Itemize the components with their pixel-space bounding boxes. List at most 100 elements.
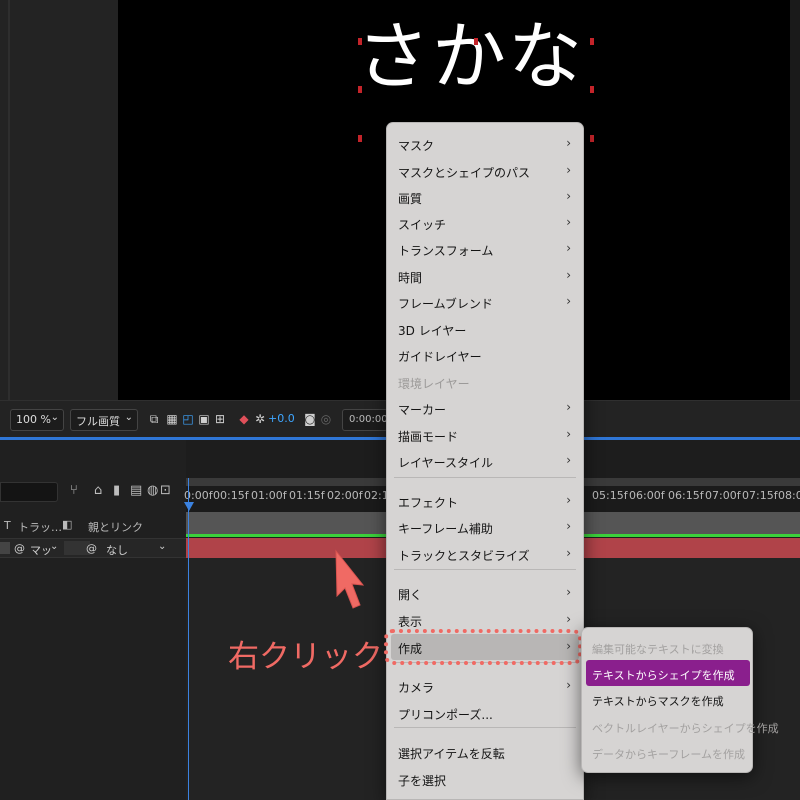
panel-divider xyxy=(8,0,10,400)
layer-label-color[interactable] xyxy=(0,542,10,554)
context-menu-item-label: キーフレーム補助 xyxy=(398,522,493,536)
submenu-item[interactable]: テキストからマスクを作成 xyxy=(586,686,750,712)
viewer-timecode[interactable]: 0:00:00:00 xyxy=(342,409,388,431)
context-menu-item-label: 時間 xyxy=(398,271,423,285)
composition-flowchart-icon[interactable]: ⑂ xyxy=(70,483,78,498)
context-menu-item-label: 開く xyxy=(398,588,423,602)
color-channel-icon[interactable]: ◆ xyxy=(236,411,252,427)
motion-blur-icon[interactable]: ◍ xyxy=(147,483,158,498)
bbox-handle[interactable] xyxy=(590,86,594,93)
context-menu-item-label: 3D レイヤー xyxy=(398,324,467,338)
chevron-down-icon: ⌄ xyxy=(158,541,167,552)
context-menu-item[interactable]: 選択アイテムを反転 xyxy=(391,739,579,765)
time-ruler-tick-label: 05:15f xyxy=(592,489,628,502)
context-menu-item[interactable]: エフェクト › xyxy=(391,488,579,514)
time-ruler-tick-label: 08:00 xyxy=(778,489,800,502)
context-menu-item[interactable]: 子を選択 xyxy=(391,766,579,792)
context-menu-item-label: マーカー xyxy=(398,403,447,417)
context-menu-item[interactable]: ガイドレイヤー xyxy=(391,342,579,368)
bbox-handle[interactable] xyxy=(474,38,478,45)
context-menu-item[interactable]: 開く › xyxy=(391,580,579,606)
show-snapshot-icon[interactable]: ◎ xyxy=(318,411,334,427)
snapshot-frame-icon[interactable]: ⧉ xyxy=(146,411,162,427)
context-menu-item[interactable]: スイッチ › xyxy=(391,210,579,236)
time-ruler-tick-label: 07:15f xyxy=(742,489,778,502)
type-column-label: T xyxy=(4,519,11,532)
layer-context-menu: マスク › マスクとシェイプのパス › 画質 › スイッチ › トランスフォーム › 時間 › フレーム… xyxy=(386,122,584,800)
context-menu-item-label: 子を選択 xyxy=(398,774,447,788)
parent-column-label: 親とリンク xyxy=(88,521,143,534)
chevron-right-icon: › xyxy=(566,189,571,203)
playhead-line[interactable] xyxy=(188,478,189,800)
mask-visibility-icon[interactable]: ◰ xyxy=(180,411,196,427)
resolution-select[interactable]: フル画質 ⌄ xyxy=(70,409,138,431)
submenu-item[interactable]: テキストからシェイプを作成 xyxy=(586,660,750,686)
context-menu-item[interactable]: キーフレーム補助 › xyxy=(391,514,579,540)
timeline-column-header: T トラッ… ◧ 親とリンク xyxy=(0,516,186,536)
grid-guides-icon[interactable]: ⊞ xyxy=(212,411,228,427)
chevron-right-icon: › xyxy=(566,612,571,626)
time-ruler-tick-label: 00:15f xyxy=(213,489,249,502)
context-menu-item[interactable]: 描画モード › xyxy=(391,422,579,448)
submenu-item: 編集可能なテキストに変換 xyxy=(592,643,724,656)
context-menu-item-label: スイッチ xyxy=(398,218,447,232)
region-of-interest-icon[interactable]: ▣ xyxy=(196,411,212,427)
pickwhip-spiral-icon[interactable]: @ xyxy=(86,542,97,555)
canvas-text-layer[interactable]: さかな xyxy=(356,20,584,94)
time-ruler-tick-label: 02:00f xyxy=(327,489,363,502)
transparency-grid-icon[interactable]: ▦ xyxy=(164,411,180,427)
bbox-handle[interactable] xyxy=(358,86,362,93)
context-menu-item-label: フレームブレンド xyxy=(398,297,493,311)
context-menu-item-label: カメラ xyxy=(398,681,435,695)
context-menu-item[interactable]: 画質 › xyxy=(391,184,579,210)
context-menu-item[interactable]: 時間 › xyxy=(391,263,579,289)
chevron-right-icon: › xyxy=(566,493,571,507)
time-ruler-tick-label: 01:15f xyxy=(289,489,325,502)
menu-separator xyxy=(394,477,576,478)
chevron-down-icon: ⌄ xyxy=(50,541,59,552)
context-menu-item-label: マスクとシェイプのパス xyxy=(398,166,531,180)
context-menu-item[interactable]: トラックとスタビライズ › xyxy=(391,541,579,567)
chevron-right-icon: › xyxy=(566,427,571,441)
context-menu-item[interactable]: マーカー › xyxy=(391,395,579,421)
color-management-icon[interactable]: ✲ xyxy=(252,411,268,427)
context-menu-item[interactable]: マスクとシェイプのパス › xyxy=(391,158,579,184)
hide-shy-layers-icon[interactable]: ▮ xyxy=(113,483,120,498)
context-menu-item[interactable]: トランスフォーム › xyxy=(391,236,579,262)
layer-search-input[interactable] xyxy=(0,482,58,502)
context-menu-item-label: 選択アイテムを反転 xyxy=(398,747,505,761)
context-menu-item[interactable]: レイヤースタイル › xyxy=(391,448,579,474)
context-menu-item-label: 描画モード xyxy=(398,430,459,444)
context-menu-item-label: ガイドレイヤー xyxy=(398,350,482,364)
bbox-handle[interactable] xyxy=(590,135,594,142)
frame-blending-icon[interactable]: ▤ xyxy=(130,483,142,498)
menu-separator xyxy=(394,569,576,570)
exposure-value[interactable]: +0.0 xyxy=(268,412,295,425)
graph-editor-icon[interactable]: ⊡ xyxy=(160,483,171,498)
context-menu-item[interactable]: カメラ › xyxy=(391,673,579,699)
bbox-handle[interactable] xyxy=(358,135,362,142)
chevron-right-icon: › xyxy=(566,400,571,414)
create-submenu: 編集可能なテキストに変換 テキストからシェイプを作成 テキストからマスクを作成 ベクト… xyxy=(581,627,779,773)
bbox-handle[interactable] xyxy=(590,38,594,45)
playhead-handle[interactable] xyxy=(184,502,194,511)
context-menu-item-label: レイヤースタイル xyxy=(398,456,494,470)
draft-3d-icon[interactable]: ⌂ xyxy=(94,483,102,498)
context-menu-item: 環境レイヤー xyxy=(391,369,579,395)
context-menu-item-label: トラックとスタビライズ xyxy=(398,549,530,563)
zoom-select[interactable]: 100 % ⌄ xyxy=(10,409,64,431)
bbox-handle[interactable] xyxy=(358,38,362,45)
context-menu-item[interactable]: 3D レイヤー xyxy=(391,316,579,342)
chevron-right-icon: › xyxy=(566,268,571,282)
time-ruler-tick-label: 06:15f xyxy=(668,489,704,502)
viewer-scrollbar[interactable] xyxy=(790,0,800,400)
parent-select[interactable]: なし xyxy=(106,542,128,558)
resolution-value: フル画質 xyxy=(76,415,120,428)
layer-row[interactable]: @ マッ ⌄ @ なし ⌄ xyxy=(0,538,186,558)
track-matte-select[interactable]: マッ xyxy=(30,542,52,558)
camera-snapshot-icon[interactable]: ◙ xyxy=(302,411,318,427)
spiral-icon: @ xyxy=(14,542,25,555)
context-menu-item[interactable]: フレームブレンド › xyxy=(391,289,579,315)
context-menu-item[interactable]: プリコンポーズ... xyxy=(391,700,579,726)
context-menu-item[interactable]: マスク › xyxy=(391,131,579,157)
